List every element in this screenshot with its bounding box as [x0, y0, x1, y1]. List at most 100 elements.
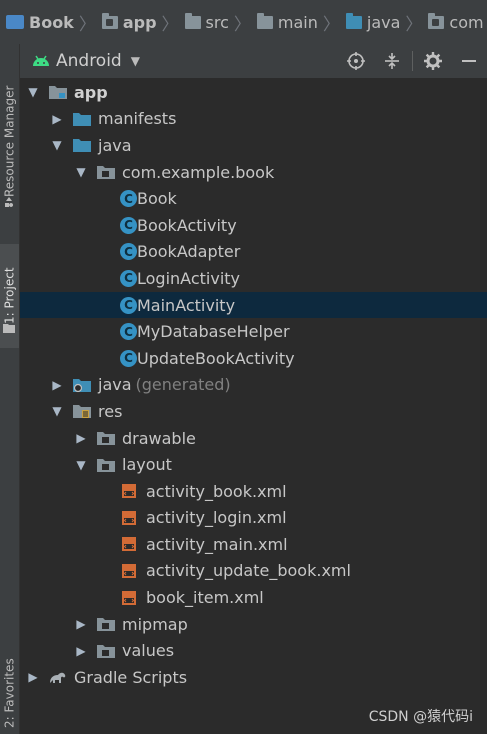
tree-item[interactable]: ▶CLoginActivity	[20, 265, 487, 292]
breadcrumb-label: main	[277, 12, 318, 32]
collapsed-arrow-icon[interactable]: ▶	[74, 617, 88, 631]
collapsed-arrow-icon[interactable]: ▶	[74, 644, 88, 658]
module-folder-icon	[48, 83, 68, 101]
breadcrumb-label: com	[449, 12, 484, 32]
tree-item[interactable]: ▶activity_book.xml	[20, 478, 487, 505]
breadcrumb-item-com[interactable]: com〉	[422, 10, 487, 35]
favorites-tab[interactable]: 2: Favorites	[0, 652, 19, 734]
breadcrumb-label: Book	[29, 12, 74, 32]
chevron-right-icon: 〉	[322, 14, 340, 35]
tool-window-header: Android ▼	[20, 44, 487, 78]
tree-item-label: manifests	[98, 109, 177, 129]
tree-item-label: drawable	[122, 428, 196, 448]
folder-icon	[72, 136, 92, 154]
tree-item[interactable]: ▶ drawable	[20, 425, 487, 452]
tree-item[interactable]: ▶CMyDatabaseHelper	[20, 318, 487, 345]
class-icon: C	[120, 243, 137, 261]
package-icon	[96, 456, 116, 474]
resource-manager-tab[interactable]: Resource Manager	[0, 66, 19, 216]
chevron-right-icon: 〉	[233, 14, 251, 35]
chevron-right-icon: 〉	[405, 14, 423, 35]
resources-folder-icon	[72, 402, 92, 420]
chevron-right-icon: 〉	[78, 14, 96, 35]
tree-item[interactable]: ▶CBookActivity	[20, 212, 487, 239]
tree-item-label: activity_main.xml	[146, 534, 288, 554]
collapsed-arrow-icon[interactable]: ▶	[50, 112, 64, 126]
gradle-icon	[48, 668, 68, 686]
tree-item-label: book_item.xml	[146, 588, 264, 608]
tree-item[interactable]: ▼ com.example.book	[20, 159, 487, 186]
tree-item-label: UpdateBookActivity	[137, 348, 295, 368]
locate-icon[interactable]	[338, 44, 374, 78]
package-icon	[96, 642, 116, 660]
folder-icon	[184, 12, 201, 29]
expanded-arrow-icon[interactable]: ▼	[74, 458, 88, 472]
tree-item-label: BookAdapter	[137, 242, 241, 262]
package-icon	[428, 12, 445, 29]
tree-item[interactable]: ▼ res	[20, 398, 487, 425]
tree-item[interactable]: ▶ java (generated)	[20, 372, 487, 399]
tree-item-suffix: (generated)	[135, 375, 231, 395]
tree-item[interactable]: ▶activity_update_book.xml	[20, 558, 487, 585]
tree-item-label: mipmap	[122, 614, 188, 634]
gear-icon[interactable]	[415, 44, 451, 78]
xml-file-icon	[120, 589, 140, 607]
breadcrumb-item-app[interactable]: app 〉	[96, 10, 179, 35]
breadcrumb-item-main[interactable]: main 〉	[251, 10, 340, 35]
left-tool-strip: Resource Manager 1: Project 2: Favorites	[0, 44, 20, 734]
tree-item-label: LoginActivity	[137, 268, 240, 288]
breadcrumb-item-java[interactable]: java 〉	[340, 10, 423, 35]
class-icon: C	[120, 349, 137, 367]
tree-item[interactable]: ▶activity_login.xml	[20, 505, 487, 532]
chevron-right-icon: 〉	[161, 14, 179, 35]
module-folder-icon	[101, 12, 118, 29]
breadcrumb-label: app	[122, 12, 157, 32]
breadcrumb: Book〉app〉src〉main〉java〉com〉ex	[0, 0, 487, 45]
collapse-all-icon[interactable]	[374, 44, 410, 78]
collapsed-arrow-icon[interactable]: ▶	[50, 378, 64, 392]
tree-item[interactable]: ▼ app	[20, 79, 487, 106]
breadcrumb-item-book[interactable]: Book 〉	[0, 10, 96, 35]
expanded-arrow-icon[interactable]: ▼	[50, 404, 64, 418]
project-tree: ▼app▶manifests▼java▼com.example.book▶CBo…	[20, 79, 487, 691]
tree-item[interactable]: ▶CBookAdapter	[20, 239, 487, 266]
view-selector[interactable]: Android	[56, 51, 122, 71]
resource-manager-label: Resource Manager	[2, 85, 17, 197]
expanded-arrow-icon[interactable]: ▼	[74, 165, 88, 179]
hide-icon[interactable]	[451, 44, 487, 78]
class-icon: C	[120, 216, 137, 234]
source-folder-icon	[345, 12, 362, 29]
class-icon: C	[120, 296, 137, 314]
xml-file-icon	[120, 482, 140, 500]
tree-item[interactable]: ▶activity_main.xml	[20, 531, 487, 558]
tree-item[interactable]: ▶ manifests	[20, 106, 487, 133]
tree-item[interactable]: ▶ Gradle Scripts	[20, 664, 487, 691]
tree-item-label: layout	[122, 455, 172, 475]
tree-item[interactable]: ▶ mipmap	[20, 611, 487, 638]
tree-item[interactable]: ▼ java	[20, 132, 487, 159]
favorites-label: 2: Favorites	[2, 658, 17, 728]
tree-item-label: Book	[137, 189, 177, 209]
breadcrumb-item-src[interactable]: src 〉	[179, 10, 251, 35]
tree-item-label: Gradle Scripts	[74, 667, 188, 687]
breadcrumb-label: java	[366, 12, 401, 32]
tree-item-label: activity_book.xml	[146, 481, 287, 501]
tree-item[interactable]: ▼ layout	[20, 451, 487, 478]
collapsed-arrow-icon[interactable]: ▶	[74, 431, 88, 445]
tree-item-label: MyDatabaseHelper	[137, 322, 290, 342]
project-folder-icon	[3, 324, 15, 333]
class-icon: C	[120, 323, 137, 341]
tree-item[interactable]: ▶book_item.xml	[20, 584, 487, 611]
expanded-arrow-icon[interactable]: ▼	[50, 138, 64, 152]
tree-item[interactable]: ▶ values	[20, 637, 487, 664]
tree-item[interactable]: ▶CUpdateBookActivity	[20, 345, 487, 372]
class-icon: C	[120, 269, 137, 287]
tree-item-label: res	[98, 401, 123, 421]
collapsed-arrow-icon[interactable]: ▶	[26, 670, 40, 684]
breadcrumb-label: src	[205, 12, 229, 32]
tree-item[interactable]: ▶CMainActivity	[20, 291, 487, 319]
toolbar-divider	[412, 51, 413, 71]
tree-item[interactable]: ▶CBook	[20, 185, 487, 212]
chevron-down-icon[interactable]: ▼	[131, 54, 140, 68]
expanded-arrow-icon[interactable]: ▼	[26, 85, 40, 99]
